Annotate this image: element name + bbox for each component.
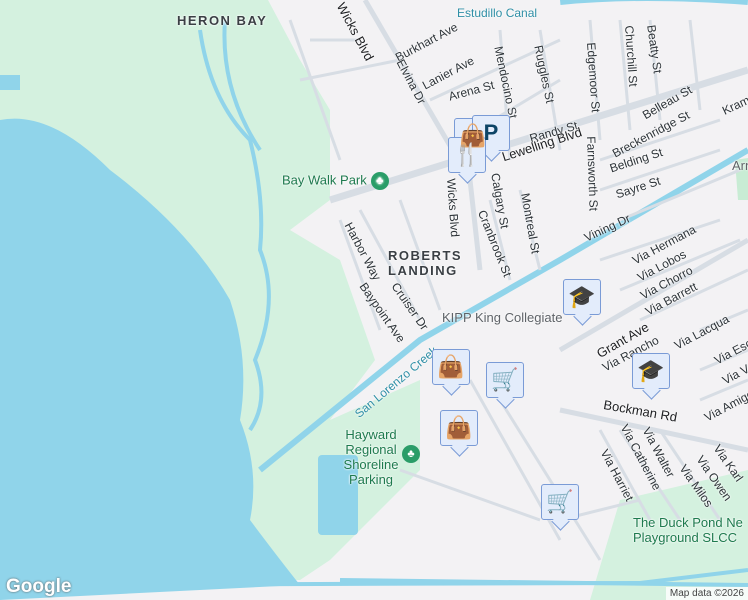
- shopping-cart-marker[interactable]: 🛒: [486, 362, 524, 398]
- school-marker[interactable]: 🎓: [632, 353, 670, 389]
- school-icon: 🎓: [637, 358, 665, 383]
- water-label: Estudillo Canal: [457, 6, 538, 20]
- shopping-bag-marker[interactable]: 👜: [432, 349, 470, 385]
- poi-label: Arn: [732, 158, 748, 173]
- shopping-bag-icon: 👜: [445, 415, 473, 440]
- shopping-cart-icon: 🛒: [546, 489, 574, 514]
- road-label: Farnsworth St: [584, 136, 601, 212]
- shopping-cart-icon: 🛒: [491, 367, 519, 392]
- restaurant-icon: 🍴: [453, 142, 481, 167]
- tree-icon: ♣: [402, 445, 420, 463]
- tree-icon: ♣: [370, 172, 389, 190]
- park-label[interactable]: The Duck Pond Ne Playground SLCC: [633, 515, 748, 545]
- park-label[interactable]: Hayward Regional Shoreline Parking: [340, 427, 402, 487]
- park-name: Bay Walk Park: [282, 172, 367, 188]
- school-marker[interactable]: 🎓: [563, 279, 601, 315]
- parking-icon: P: [483, 120, 499, 145]
- shopping-bag-marker[interactable]: 👜: [440, 410, 478, 446]
- map-attribution[interactable]: Map data ©2026: [665, 587, 748, 600]
- restaurant-marker[interactable]: 🍴: [448, 137, 486, 173]
- neighborhood-label: ROBERTS LANDING: [388, 248, 463, 278]
- school-icon: 🎓: [568, 284, 596, 309]
- shopping-bag-icon: 👜: [437, 354, 465, 379]
- neighborhood-label: HERON BAY: [177, 13, 268, 28]
- shopping-cart-marker[interactable]: 🛒: [541, 484, 579, 520]
- poi-label[interactable]: KIPP King Collegiate: [442, 310, 562, 325]
- park-label[interactable]: Bay Walk Park ♣: [282, 172, 389, 190]
- google-logo: Google: [6, 576, 72, 597]
